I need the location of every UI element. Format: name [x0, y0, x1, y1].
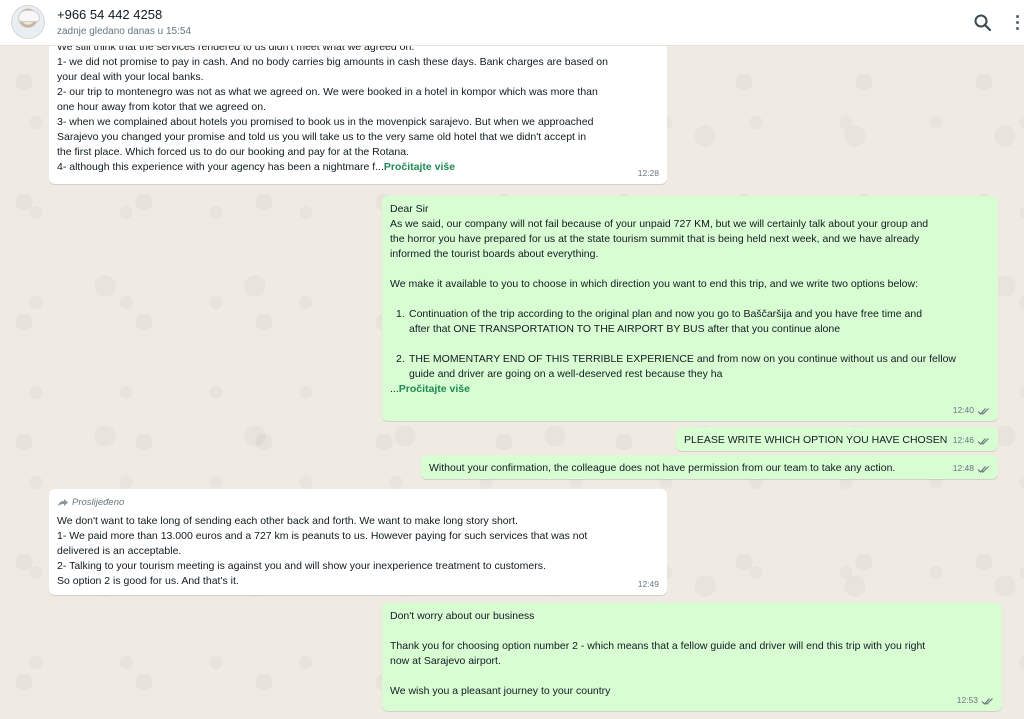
chat-area[interactable]: We still think that the services rendere…: [0, 46, 1024, 719]
ellipsis: ...: [390, 383, 399, 395]
menu-button[interactable]: [1012, 12, 1022, 34]
chat-header: +966 54 442 4258 zadnje gledano danas u …: [0, 0, 1024, 46]
message-outgoing[interactable]: Don't worry about our business Thank you…: [382, 603, 1002, 711]
forward-icon: [58, 499, 68, 507]
message-text-line: 3- when we complained about hotels you p…: [57, 116, 594, 128]
message-outgoing[interactable]: PLEASE WRITE WHICH OPTION YOU HAVE CHOSE…: [676, 427, 998, 451]
message-text-line: We still think that the services rendere…: [57, 46, 415, 53]
avatar[interactable]: [11, 5, 45, 39]
search-button[interactable]: [972, 12, 994, 34]
message-meta: 12:53: [957, 693, 994, 708]
message-text-line: Dear Sir: [390, 203, 429, 215]
forwarded-label: Proslijeđeno: [57, 495, 659, 510]
double-check-icon: [977, 437, 989, 445]
message-text-line: We wish you a pleasant journey to your c…: [390, 685, 611, 697]
message-outgoing[interactable]: Without your confirmation, the colleague…: [421, 455, 998, 479]
message-text-line: Thank you for choosing option number 2 -…: [390, 640, 926, 652]
message-time: 12:46: [952, 435, 974, 445]
message-time: 12:28: [637, 168, 659, 178]
message-text-line: informed the tourist boards about everyt…: [390, 248, 599, 260]
message-text-line: 2- our trip to montenegro was not as wha…: [57, 86, 598, 98]
list-number: 1.: [396, 308, 405, 320]
message-text-line: ...Pročitajte više: [390, 382, 990, 397]
message-text-line: the horror you have prepared for us at t…: [390, 233, 920, 245]
message-time: 12:49: [637, 579, 659, 589]
message-text-line: delivered is an acceptable.: [57, 545, 182, 557]
search-icon: [974, 14, 992, 32]
double-check-icon: [977, 465, 989, 473]
message-text-line: Sarajevo you changed your promise and to…: [57, 131, 587, 143]
message-text-line: 1- We paid more than 13.000 euros and a …: [57, 530, 588, 542]
message-text-line: after that ONE TRANSPORTATION TO THE AIR…: [409, 323, 841, 335]
message-incoming[interactable]: We still think that the services rendere…: [49, 46, 667, 184]
message-text-line: We make it available to you to choose in…: [390, 278, 919, 290]
message-text-line: now at Sarajevo airport.: [390, 655, 501, 667]
message-text-line: 2- Talking to your tourism meeting is ag…: [57, 560, 546, 572]
last-seen-status: zadnje gledano danas u 15:54: [57, 26, 192, 37]
message-text-line: 4- although this experience with your ag…: [57, 160, 659, 175]
list-item: 2. THE MOMENTARY END OF THIS TERRIBLE EX…: [390, 352, 990, 382]
truncated-text: 4- although this experience with your ag…: [57, 161, 384, 173]
read-more-link[interactable]: Pročitajte više: [399, 383, 470, 395]
message-text-line: Without your confirmation, the colleague…: [429, 462, 896, 474]
message-text-line: one hour away from kotor that we agreed …: [57, 101, 266, 113]
message-meta: 12:48: [953, 461, 990, 476]
message-time: 12:48: [952, 463, 974, 473]
forwarded-text: Proslijeđeno: [72, 497, 125, 508]
message-text-line: As we said, our company will not fail be…: [390, 218, 929, 230]
message-text-line: THE MOMENTARY END OF THIS TERRIBLE EXPER…: [409, 353, 956, 365]
message-text-line: 1- we did not promise to pay in cash. An…: [57, 56, 608, 68]
message-text-line: We don't want to take long of sending ea…: [57, 515, 518, 527]
read-more-link[interactable]: Pročitajte više: [384, 161, 455, 173]
message-text-line: So option 2 is good for us. And that's i…: [57, 575, 239, 587]
list-number: 2.: [396, 353, 405, 365]
menu-icon: [1012, 15, 1022, 30]
message-text-line: Continuation of the trip according to th…: [409, 308, 923, 320]
message-meta: 12:46: [953, 433, 990, 448]
double-check-icon: [977, 407, 989, 415]
contact-name[interactable]: +966 54 442 4258: [57, 7, 162, 22]
message-meta: 12:40: [953, 403, 990, 418]
message-time: 12:53: [956, 695, 978, 705]
message-text-line: Don't worry about our business: [390, 610, 535, 622]
message-outgoing[interactable]: Dear Sir As we said, our company will no…: [382, 196, 998, 421]
list-item: 1. Continuation of the trip according to…: [390, 307, 990, 337]
message-text-line: your deal with your local banks.: [57, 71, 204, 83]
message-time: 12:40: [952, 405, 974, 415]
message-text-line: guide and driver are going on a well-des…: [409, 368, 723, 380]
message-incoming[interactable]: Proslijeđeno We don't want to take long …: [49, 489, 667, 595]
message-text-line: the first place. Which forced us to do o…: [57, 146, 409, 158]
double-check-icon: [981, 697, 993, 705]
message-text-line: PLEASE WRITE WHICH OPTION YOU HAVE CHOSE…: [684, 434, 948, 446]
